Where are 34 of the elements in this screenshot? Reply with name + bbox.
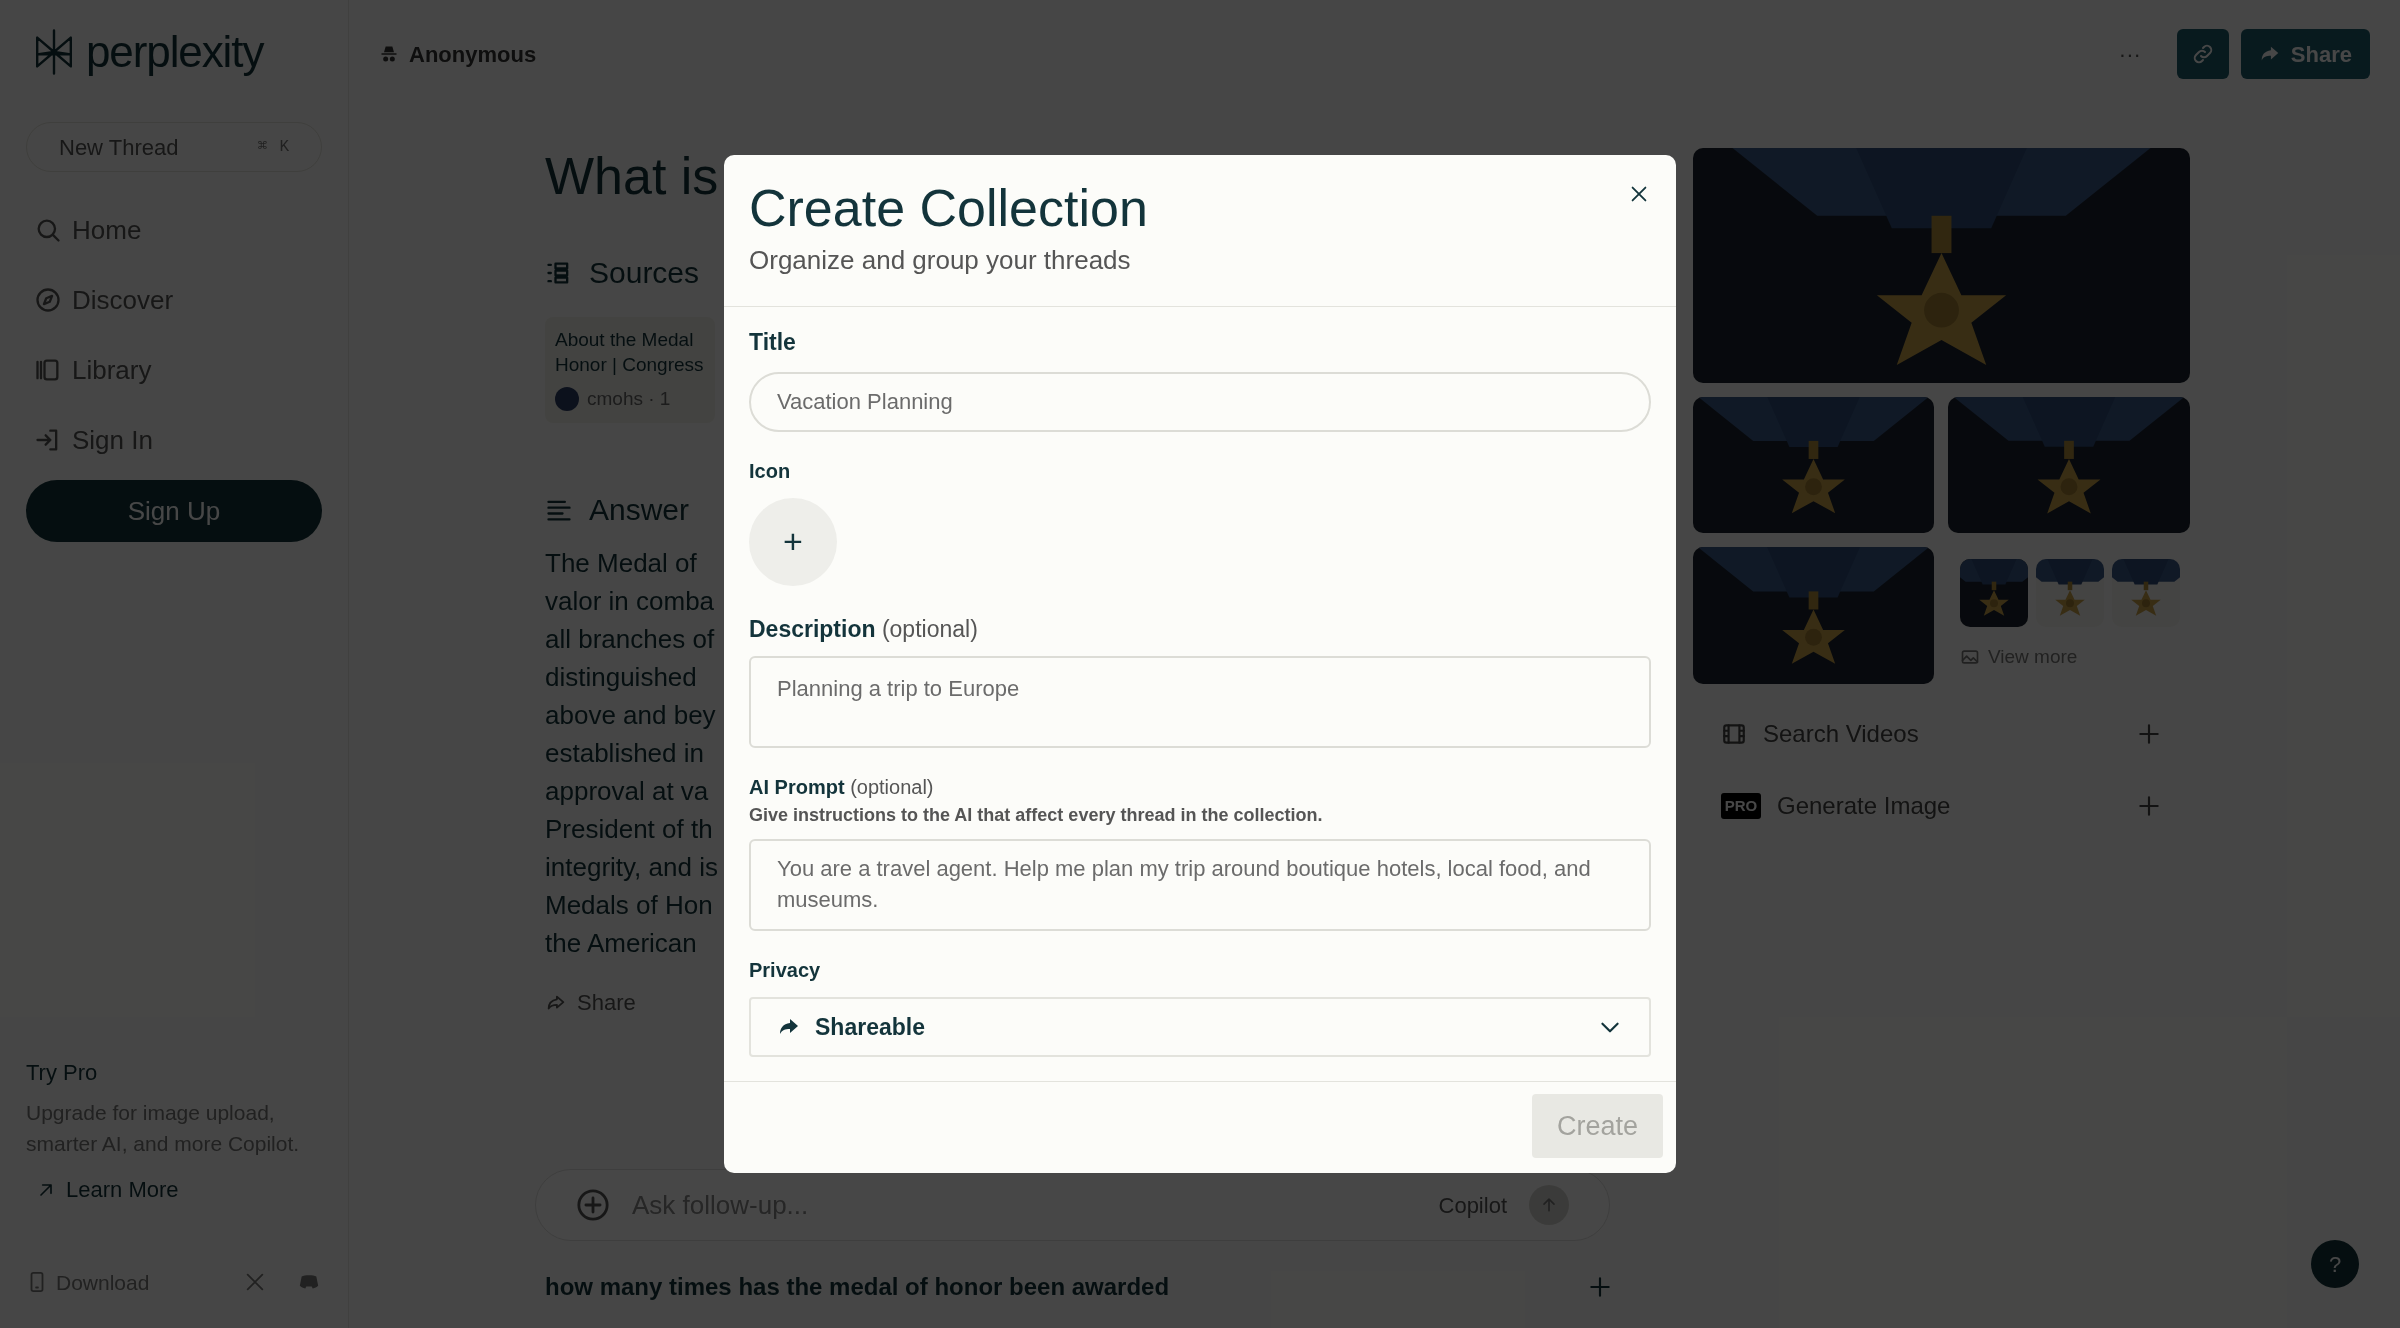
source-title: Honor | Congress — [555, 353, 704, 377]
logo-wordmark: perplexity — [86, 30, 264, 74]
create-button: Create — [1531, 1094, 1663, 1158]
answer-text-line: The Medal of — [545, 547, 697, 580]
field-label: AI Prompt (optional) — [749, 775, 935, 800]
privacy-select[interactable]: Shareable — [749, 997, 1651, 1057]
answer-text-line: President of th — [545, 813, 713, 846]
field-label: Title — [749, 328, 797, 357]
keyboard-key: ⌘ — [257, 135, 268, 159]
answer-text-line: all branches of — [545, 623, 715, 656]
source-title: About the Medal — [555, 328, 694, 352]
answer-text-line: approval at va — [545, 775, 709, 808]
answer-text-line: valor in comba — [545, 585, 715, 618]
field-hint: Give instructions to the AI that affect every thread in the collection. — [749, 804, 1324, 827]
answer-text-line: established in — [545, 737, 704, 770]
answer-text-line: above and bey — [545, 699, 716, 732]
promo-title: Try Pro — [26, 1059, 99, 1087]
section-heading: Sources — [589, 255, 700, 291]
user-name: Anonymous — [409, 40, 537, 69]
description-input[interactable]: Planning a trip to Europe — [749, 656, 1651, 748]
field-label: Icon — [749, 458, 792, 484]
answer-text-line: the American — [545, 927, 697, 960]
add-icon-button[interactable]: + — [749, 497, 837, 586]
answer-text-line: integrity, and is — [545, 851, 718, 884]
ai-prompt-input[interactable]: You are a travel agent. Help me plan my trip around boutique hotels, local food, and museums. — [749, 839, 1651, 931]
question-title: What is — [545, 146, 719, 206]
field-label: Description (optional) — [749, 614, 979, 644]
dialog-subtitle: Organize and group your threads — [749, 244, 1131, 277]
field-label: Privacy — [749, 958, 822, 983]
title-input[interactable]: Vacation Planning — [749, 371, 1651, 432]
section-heading: Answer — [589, 492, 690, 528]
dialog-title: Create Collection — [749, 178, 1148, 239]
answer-text-line: distinguished — [545, 661, 697, 694]
answer-text-line: Medals of Hon — [545, 889, 713, 922]
